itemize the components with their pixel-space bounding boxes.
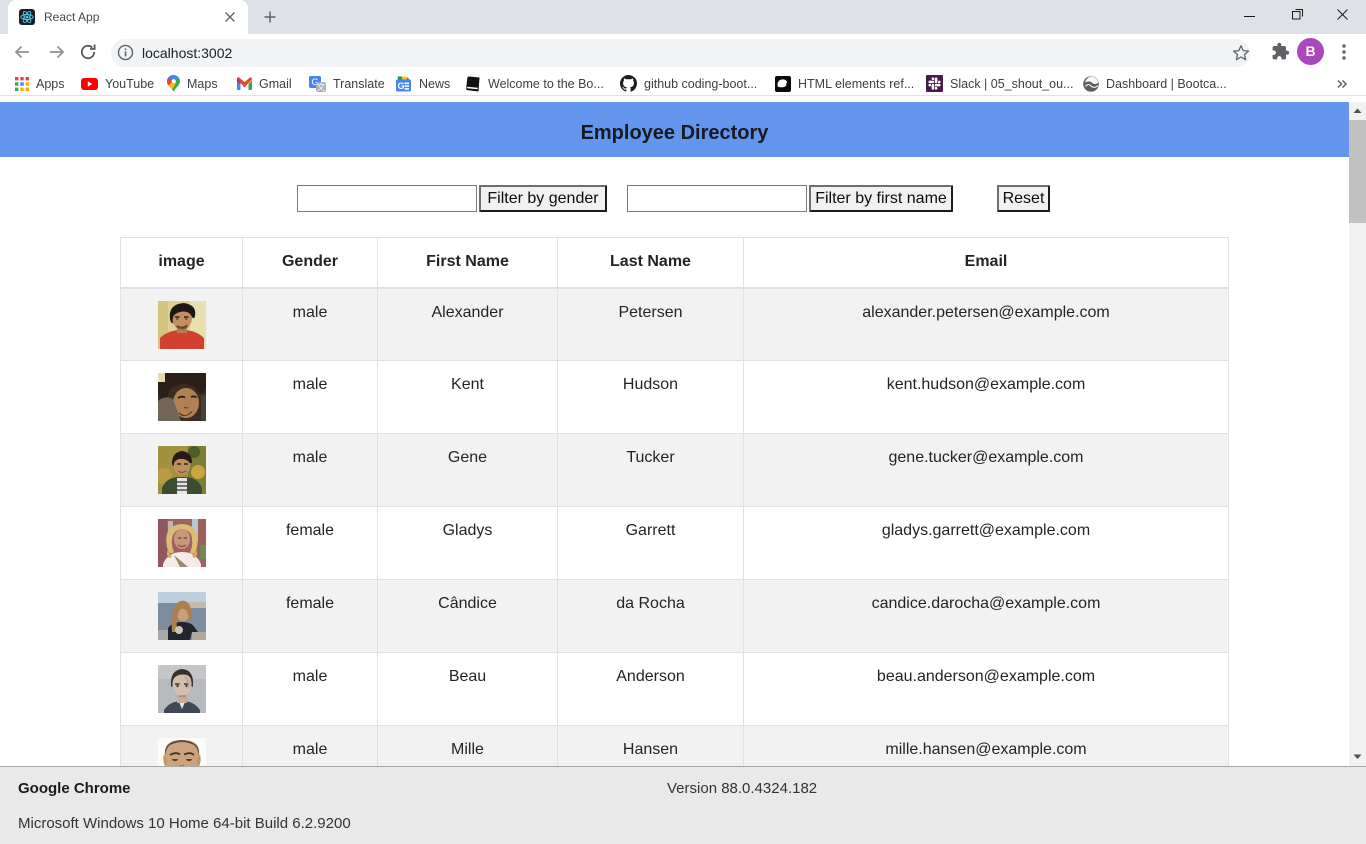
- svg-text:G: G: [397, 81, 404, 91]
- svg-text:文: 文: [317, 81, 326, 91]
